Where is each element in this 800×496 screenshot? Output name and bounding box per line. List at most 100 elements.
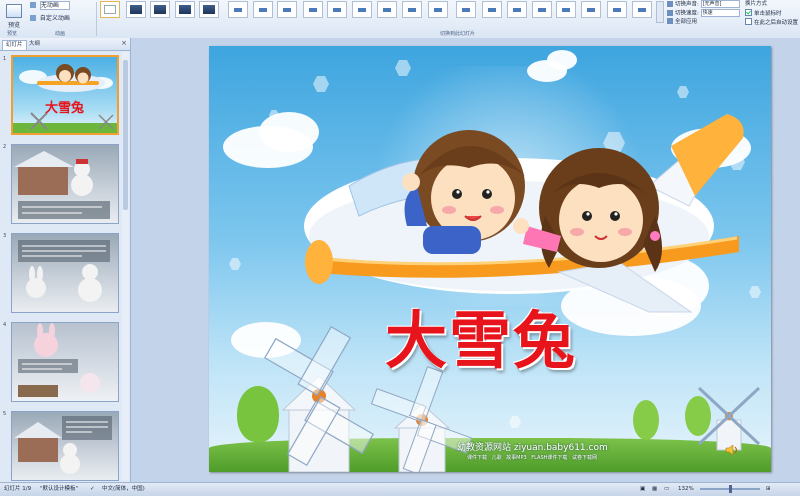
preview-icon: [6, 4, 22, 18]
transition-none-icon: [104, 5, 116, 14]
site-credit: 幼教资源网站 ziyuan.baby611.com: [457, 443, 608, 453]
transition-push-up[interactable]: [428, 1, 448, 18]
thumb-3-art: [18, 240, 110, 302]
transition-none[interactable]: [100, 1, 120, 18]
transitions-group-label: 切换到此幻灯片: [440, 31, 476, 37]
language: 中文(简体，中国): [102, 486, 145, 492]
transition-push-down[interactable]: [352, 1, 372, 18]
sound-label: 切换声音:: [675, 1, 699, 8]
transition-wipe-down[interactable]: [253, 1, 273, 18]
wipe-right-icon: [309, 8, 317, 12]
transition-cover-left-down[interactable]: [556, 1, 576, 18]
thumb-5-art: [14, 416, 112, 474]
site-links: 课件下载 儿歌 故事MP3 FLASH课件下载 试卷下载网: [467, 455, 598, 461]
zoom-slider-handle[interactable]: [729, 485, 732, 493]
cover-up-icon: [538, 8, 546, 12]
cover-right-down-icon: [613, 8, 621, 12]
transition-wipe-right[interactable]: [303, 1, 323, 18]
ribbon: 预览 预览 无动画 自定义动画 动画 切换到此幻灯片 切换声音: [无声音] 切…: [0, 0, 800, 39]
transition-cover-left[interactable]: [482, 1, 502, 18]
wipe-up-icon: [333, 8, 341, 12]
airplane-illustration: [304, 114, 744, 313]
transition-cut[interactable]: [175, 1, 195, 18]
slide-thumbnail-1[interactable]: 大雪兔: [11, 55, 119, 135]
preview-button[interactable]: 预览: [3, 2, 25, 29]
slide-thumbnail-4[interactable]: [11, 322, 119, 402]
slide-thumbnail-2[interactable]: [11, 144, 119, 224]
transition-cover-right-down[interactable]: [607, 1, 627, 18]
sound-icon: [667, 0, 673, 7]
on-click-checkbox[interactable]: 单击鼠标时: [745, 9, 782, 17]
slides-pane: 幻灯片 大纲 × 1 大雪兔 2 3 4 5: [0, 38, 131, 482]
preview-label: 预览: [7, 22, 20, 29]
slide-editor: 大雪兔 幼教资源网站 ziyuan.baby611.com 课件下载 儿歌 故事…: [131, 38, 800, 482]
sorter-view-button[interactable]: ▦: [652, 483, 657, 496]
thumb-number: 2: [3, 144, 7, 150]
cover-right-icon: [513, 8, 521, 12]
slide-thumbnail-5[interactable]: [11, 411, 119, 481]
wipe-down-icon: [259, 8, 267, 12]
push-up-icon: [434, 8, 442, 12]
transition-gallery: [100, 1, 655, 23]
slide-thumbnail-3[interactable]: [11, 233, 119, 313]
animation-select-value: 无动画: [39, 1, 70, 10]
after-time-checkbox[interactable]: 在此之后自动设置: [745, 18, 798, 26]
close-icon[interactable]: ×: [121, 39, 127, 47]
thumb-number: 3: [3, 233, 7, 239]
status-bar: 幻灯片 1/9 "默认设计模板" ✓ 中文(简体，中国) ▣ ▦ ▭ 132% …: [0, 482, 800, 496]
slideshow-view-button[interactable]: ▭: [664, 483, 669, 496]
transition-gallery-scroll[interactable]: [656, 1, 664, 23]
zoom-level[interactable]: 132%: [678, 483, 694, 496]
transition-cover-down[interactable]: [456, 1, 476, 18]
pane-tabs: 幻灯片 大纲 ×: [0, 38, 130, 51]
thumb-number: 5: [3, 411, 7, 417]
push-right-icon: [408, 8, 416, 12]
apply-all-button[interactable]: 全部应用: [667, 18, 697, 26]
sound-select[interactable]: 切换声音: [无声音]: [667, 0, 740, 8]
apply-all-label: 全部应用: [675, 19, 698, 25]
slide-counter: 幻灯片 1/9: [4, 486, 32, 492]
animation-icon: [30, 2, 36, 8]
transition-cover-up[interactable]: [532, 1, 552, 18]
transition-cover-right[interactable]: [507, 1, 527, 18]
tab-slides[interactable]: 幻灯片: [2, 40, 27, 50]
transition-wipe-up[interactable]: [327, 1, 347, 18]
cloud: [547, 50, 577, 70]
checkbox-checked-icon: [745, 9, 752, 16]
speed-icon: [667, 9, 673, 16]
tree: [633, 400, 659, 440]
transition-dissolve[interactable]: [228, 1, 248, 18]
thumb-number: 4: [3, 322, 7, 328]
preview-group-label: 预览: [7, 31, 18, 37]
cover-right-up-icon: [638, 8, 646, 12]
custom-animation-button[interactable]: 自定义动画: [30, 14, 70, 23]
slide-canvas[interactable]: 大雪兔 幼教资源网站 ziyuan.baby611.com 课件下载 儿歌 故事…: [209, 46, 771, 472]
normal-view-button[interactable]: ▣: [640, 483, 645, 496]
speaker-icon[interactable]: [725, 445, 739, 455]
slide-title: 大雪兔: [385, 304, 578, 377]
transition-cover-right-up[interactable]: [632, 1, 652, 18]
advance-label: 换片方式: [745, 1, 768, 7]
cover-down-icon: [462, 8, 470, 12]
transition-cut-black[interactable]: [199, 1, 219, 18]
transition-fade-black[interactable]: [150, 1, 170, 18]
thumb-1-art: [13, 64, 117, 133]
custom-animation-label: 自定义动画: [39, 15, 70, 22]
thumbnail-scrollbar[interactable]: [122, 52, 129, 480]
speed-select[interactable]: 切换速度: 快速: [667, 9, 740, 17]
transition-push-right[interactable]: [402, 1, 422, 18]
spellcheck-icon[interactable]: ✓: [90, 483, 95, 496]
tab-outline[interactable]: 大纲: [26, 40, 43, 49]
fit-window-button[interactable]: ⊞: [766, 483, 771, 496]
thumb-4-art: [18, 323, 100, 397]
transition-fade-smooth[interactable]: [126, 1, 146, 18]
animation-select[interactable]: 无动画: [30, 1, 70, 10]
ribbon-separator: [96, 2, 97, 36]
scrollbar-thumb[interactable]: [123, 60, 128, 210]
apply-all-icon: [667, 18, 673, 24]
animation-group-label: 动画: [55, 31, 66, 37]
transition-wipe-left[interactable]: [277, 1, 297, 18]
transition-push-left[interactable]: [377, 1, 397, 18]
transition-cover-left-up[interactable]: [581, 1, 601, 18]
dissolve-icon: [234, 8, 242, 12]
